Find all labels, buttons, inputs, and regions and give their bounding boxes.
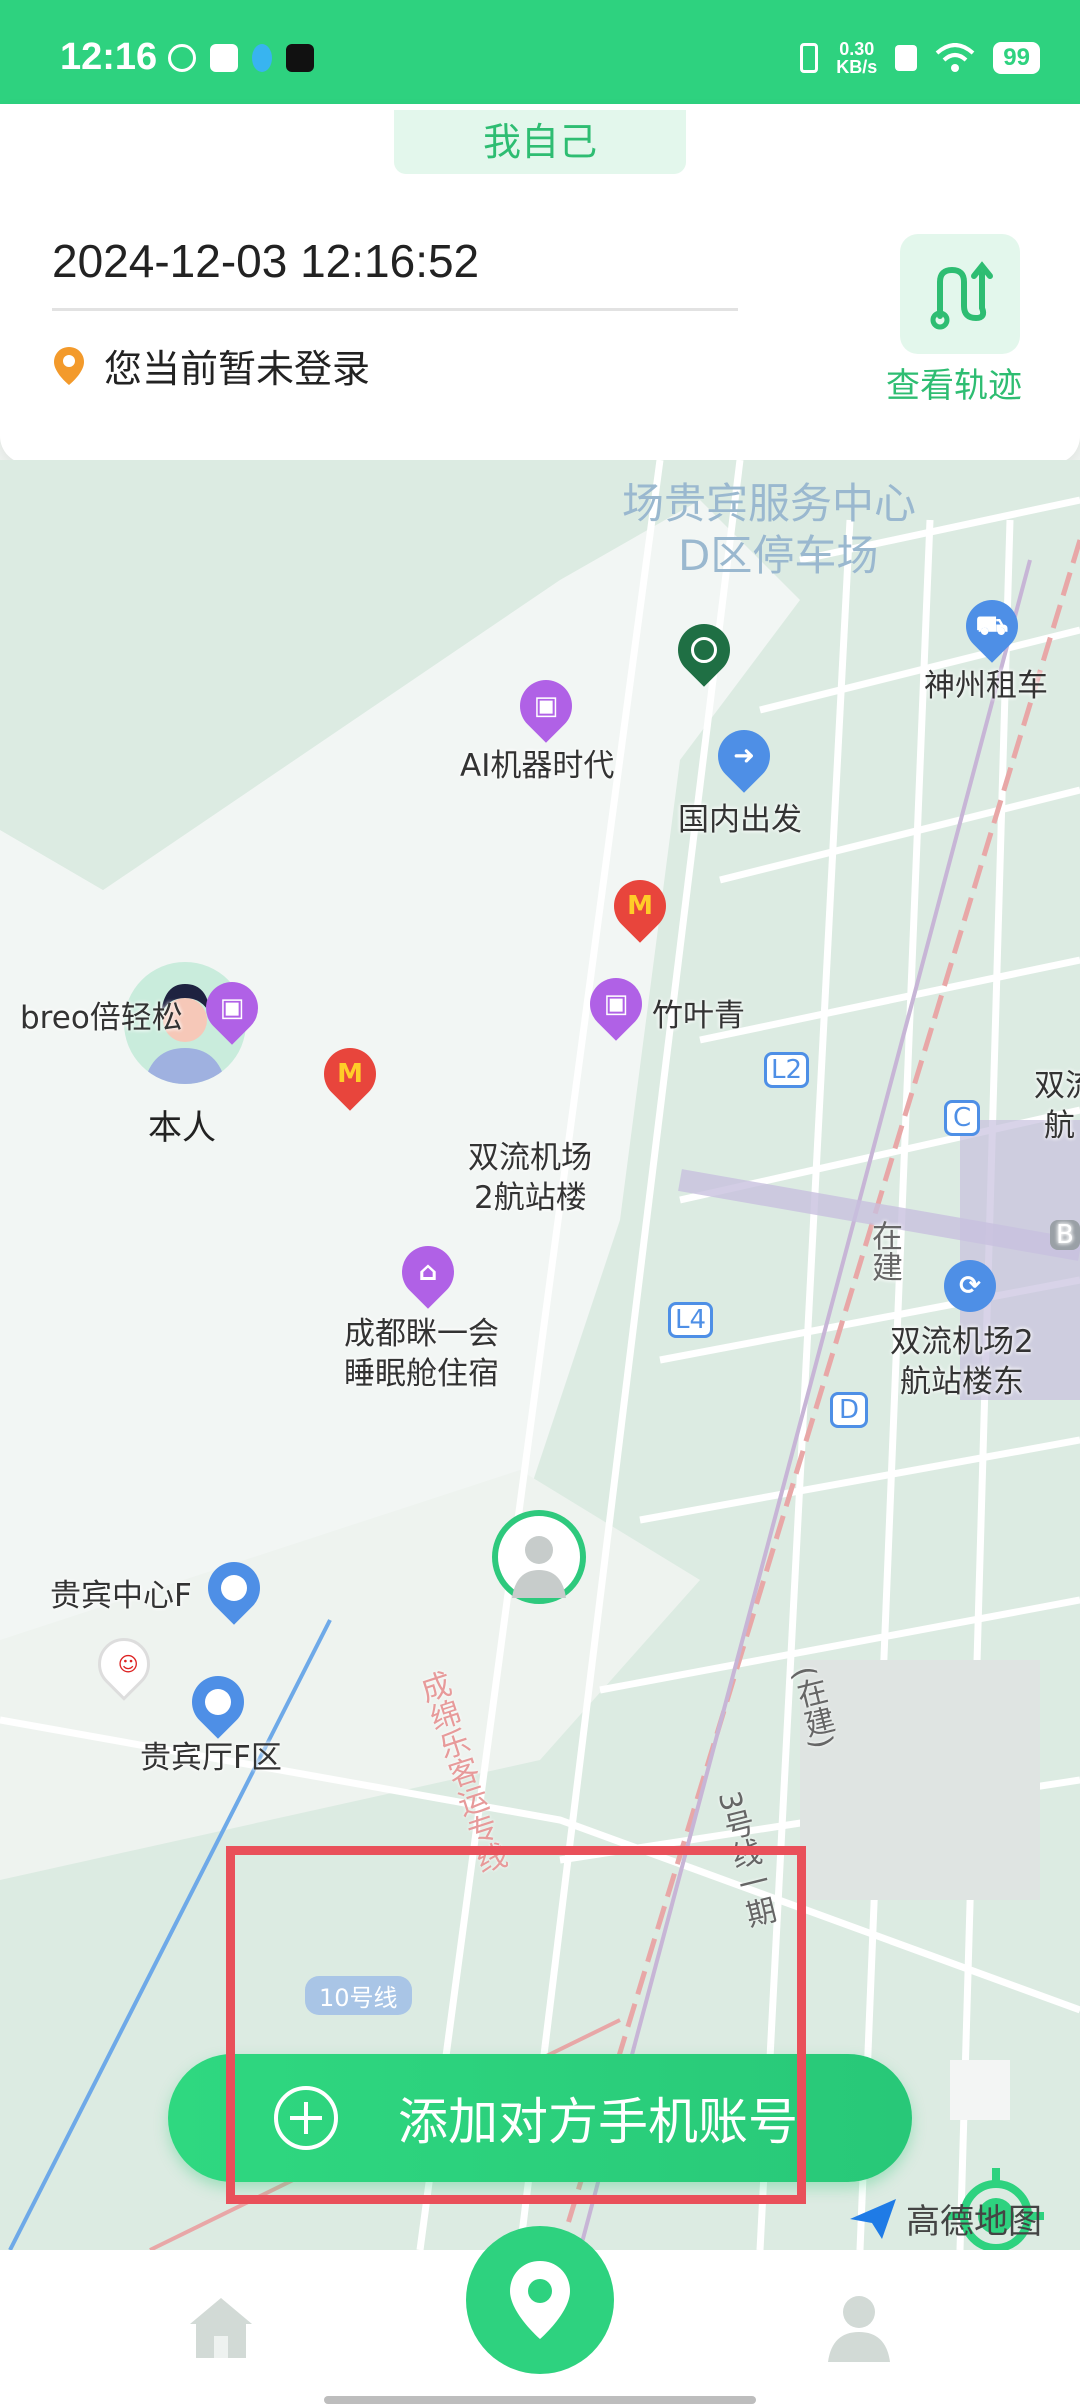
poi-terminal-right-2: 航 [1044,1108,1075,1144]
route-icon [930,261,993,330]
home-indicator [324,2396,756,2404]
net-speed: 0.30 KB/s [836,39,878,77]
leaf-icon [168,44,196,72]
map-provider-logo: 高德地图 [848,2194,1042,2243]
info-card: 我自己 2024-12-03 12:16:52 您当前暂未登录 查看轨迹 [0,104,1080,464]
login-status-row: 您当前暂未登录 [52,338,370,393]
tab-self[interactable]: 我自己 [394,110,686,174]
poi-vip-center: 贵宾中心F [50,1578,192,1614]
sim-icon [895,45,918,71]
gate-c: C [944,1100,981,1136]
highlight-box [226,1846,806,2204]
user-avatar-icon [512,1536,566,1598]
shop-marker[interactable]: ▣ [509,669,583,743]
shop-marker[interactable]: ▣ [195,971,269,1045]
poi-breo: breo倍轻松 [20,1000,183,1036]
gate-l4: L4 [668,1302,714,1338]
poi-vip-parking-2: D区停车场 [678,531,879,580]
app-icon [210,44,238,72]
wifi-icon [935,43,975,72]
gate-l2: L2 [764,1052,810,1088]
nav-location-button[interactable] [466,2226,614,2374]
poi-terminal2-east-1: 双流机场2 [890,1324,1034,1360]
car-rental-marker[interactable]: ⛟ [955,589,1029,663]
mcdonalds-marker[interactable]: M [603,869,677,943]
poi-terminal-right-1: 双流 [1034,1068,1080,1104]
location-pin-icon [54,346,84,385]
hotel-marker[interactable]: ⌂ [391,1235,465,1309]
poi-construction: 在建 [866,1220,902,1282]
poi-capsule-2: 睡眠舱住宿 [344,1356,499,1392]
divider [52,308,738,311]
poi-terminal2-east-2: 航站楼东 [900,1364,1024,1400]
vibrate-icon [800,43,819,73]
status-time: 12:16 [60,36,158,78]
poi-terminal2-1: 双流机场 [468,1140,592,1176]
status-right: 0.30 KB/s 99 [800,40,1040,76]
status-bar: 12:16 0.30 KB/s 99 [0,0,1080,104]
map-provider-name: 高德地图 [906,2202,1042,2242]
self-avatar-label: 本人 [148,1108,216,1148]
poi-vip-hall: 贵宾厅F区 [140,1740,282,1776]
gate-d: D [830,1392,869,1428]
poi-capsule-1: 成都眯一会 [344,1316,499,1352]
departure-marker[interactable]: ➜ [707,719,781,793]
drop-icon [252,44,272,72]
notification-icons [168,44,314,72]
poi-car-rental: 神州租车 [924,668,1048,704]
mcdonalds-marker[interactable]: M [313,1037,387,1111]
poi-zhuyeqing: 竹叶青 [652,998,745,1034]
view-track-label[interactable]: 查看轨迹 [886,358,1022,407]
view-track-button[interactable] [900,234,1020,354]
bottom-nav [0,2226,1080,2408]
gate-b: B [1050,1220,1080,1250]
home-icon[interactable] [186,2294,256,2360]
tiktok-icon [286,44,314,72]
shop-marker[interactable]: ▣ [579,967,653,1041]
poi-domestic-departure: 国内出发 [678,802,802,838]
metro-marker[interactable]: ⟳ [944,1260,996,1312]
gaode-logo-icon [850,2198,896,2239]
login-status-text: 您当前暂未登录 [104,347,371,391]
current-datetime: 2024-12-03 12:16:52 [52,235,480,287]
poi-ai-robot: AI机器时代 [460,748,615,784]
profile-icon[interactable] [826,2290,892,2362]
location-icon [510,2261,570,2339]
user-location-marker[interactable] [492,1510,586,1604]
poi-terminal2-2: 2航站楼 [474,1180,587,1216]
battery-indicator: 99 [993,42,1040,74]
